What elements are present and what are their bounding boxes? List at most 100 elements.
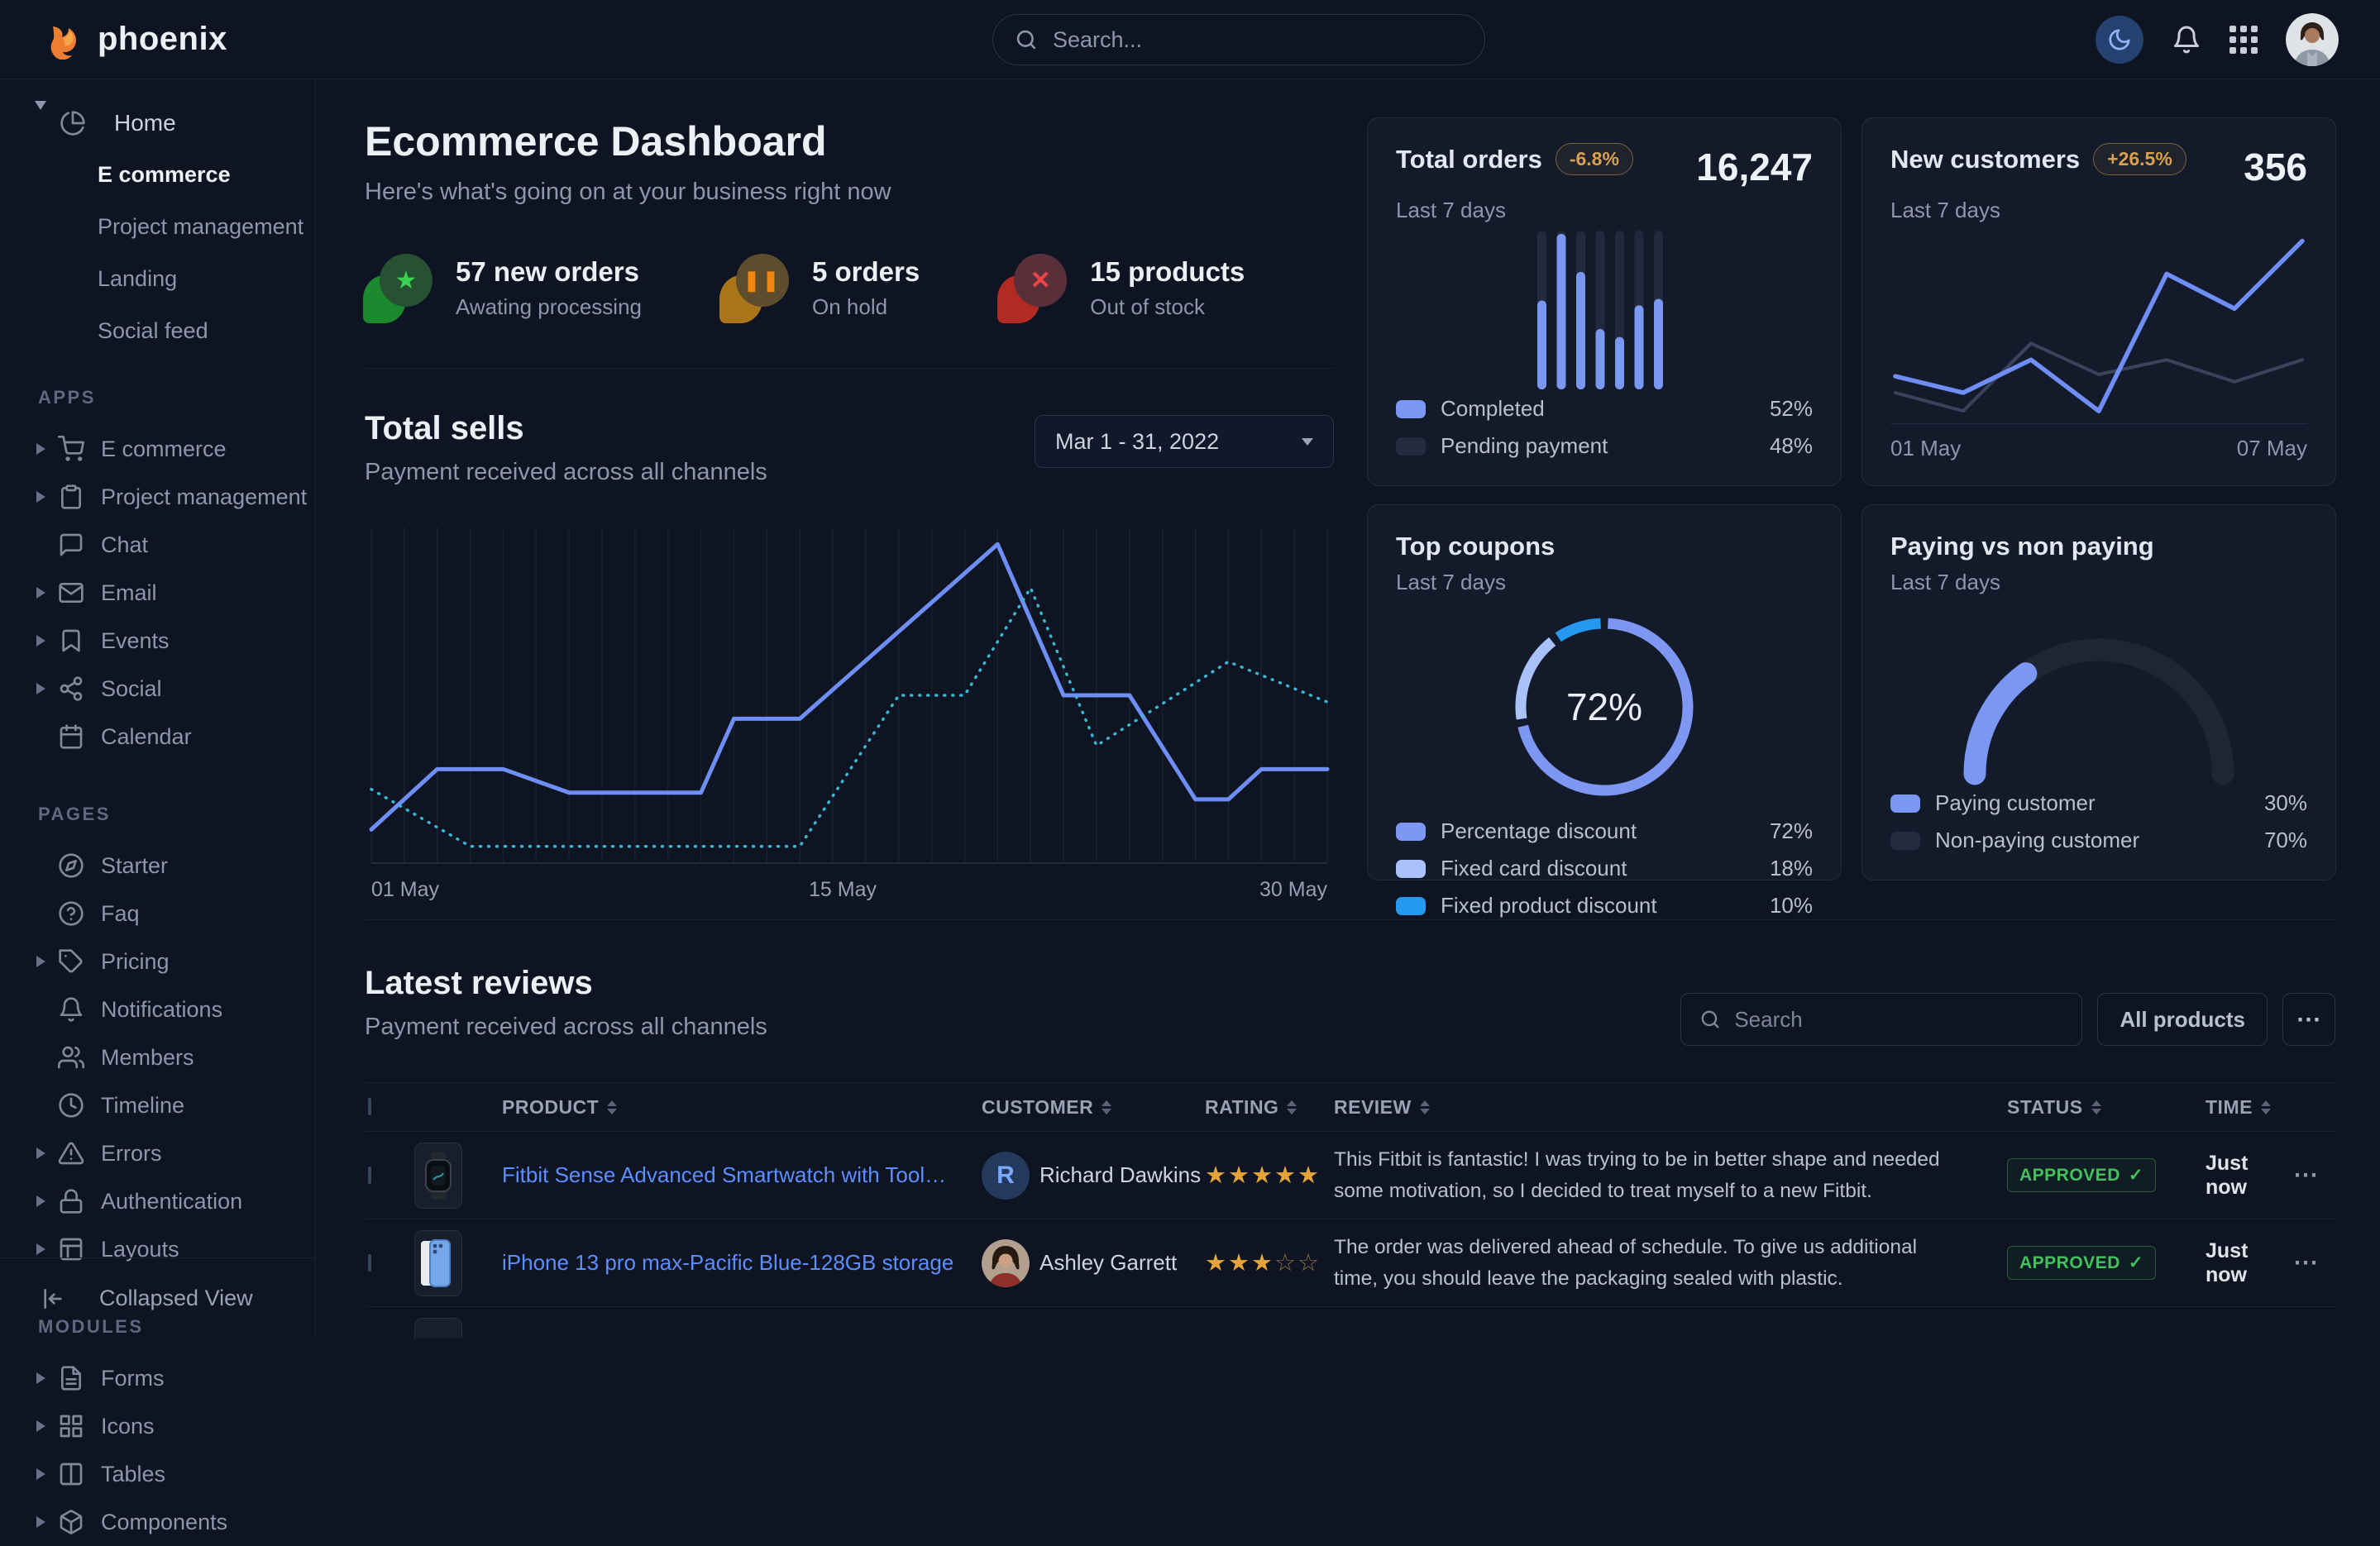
- sidebar-item-home-landing[interactable]: Landing: [98, 266, 315, 292]
- sidebar-item-members[interactable]: Members: [0, 1033, 315, 1081]
- sidebar-item-calendar[interactable]: Calendar: [0, 713, 315, 761]
- column-product[interactable]: PRODUCT: [502, 1096, 982, 1119]
- sidebar-item-social[interactable]: Social: [0, 665, 315, 713]
- sidebar-item-forms[interactable]: Forms: [0, 1354, 315, 1402]
- status-badge: APPROVED✓: [2007, 1158, 2156, 1192]
- all-products-button[interactable]: All products: [2097, 993, 2268, 1046]
- reviews-table: PRODUCT CUSTOMER RATING REVIEW STATUS TI…: [365, 1082, 2335, 1338]
- sidebar-item-home-project-management[interactable]: Project management: [98, 214, 315, 240]
- card-period: Last 7 days: [1890, 198, 2307, 223]
- column-time[interactable]: TIME: [2206, 1096, 2293, 1119]
- sidebar-item-home[interactable]: Home: [0, 109, 315, 137]
- sort-icon: [1102, 1100, 1111, 1114]
- chevron-down-icon: [1302, 438, 1313, 446]
- product-link[interactable]: iPhone 13 pro max-Pacific Blue-128GB sto…: [502, 1250, 982, 1276]
- bell-icon: [58, 995, 86, 1024]
- sidebar-item-timeline[interactable]: Timeline: [0, 1081, 315, 1129]
- product-thumbnail-iphone[interactable]: [414, 1230, 462, 1296]
- sidebar-item-label: Starter: [101, 853, 168, 879]
- notifications-button[interactable]: [2172, 25, 2201, 55]
- sidebar-item-tables[interactable]: Tables: [0, 1450, 315, 1498]
- caret-down-icon: [35, 110, 46, 136]
- dark-mode-toggle[interactable]: [2096, 16, 2143, 64]
- legend-swatch: [1890, 794, 1920, 813]
- search-icon: [1699, 1009, 1721, 1030]
- sidebar-item-pricing[interactable]: Pricing: [0, 938, 315, 985]
- envelope-icon: [58, 579, 86, 607]
- customer-avatar-letter[interactable]: R: [982, 1152, 1030, 1200]
- product-link[interactable]: Fitbit Sense Advanced Smartwatch with To…: [502, 1162, 982, 1188]
- sidebar-item-events[interactable]: Events: [0, 617, 315, 665]
- sidebar-item-label: Social: [101, 676, 162, 702]
- legend-swatch: [1396, 860, 1426, 878]
- reviews-more-button[interactable]: ⋯: [2282, 993, 2335, 1046]
- review-text: This Fitbit is fantastic! I was trying t…: [1334, 1144, 2007, 1207]
- reviews-search-input[interactable]: [1732, 1006, 2063, 1033]
- sidebar-item-faq[interactable]: Faq: [0, 890, 315, 938]
- search-input[interactable]: [1051, 26, 1463, 54]
- collapse-label: Collapsed View: [99, 1286, 253, 1311]
- caret-right-icon: [36, 1372, 56, 1384]
- sidebar-item-errors[interactable]: Errors: [0, 1129, 315, 1177]
- sidebar-item-home-social-feed[interactable]: Social feed: [98, 318, 315, 344]
- sidebar-item-components[interactable]: Components: [0, 1498, 315, 1546]
- on-hold-pause-icon: ❚❚: [721, 254, 789, 322]
- sidebar-item-project-management[interactable]: Project management: [0, 473, 315, 521]
- legend-swatch: [1396, 400, 1426, 418]
- caret-right-icon: [36, 1420, 56, 1432]
- total-sells-subtitle: Payment received across all channels: [365, 459, 767, 486]
- sidebar-item-label: Faq: [101, 901, 140, 927]
- row-more-button[interactable]: ⋯: [2293, 1161, 2335, 1190]
- donut-center-label: 72%: [1493, 595, 1716, 818]
- sidebar-item-chat[interactable]: Chat: [0, 521, 315, 569]
- caret-right-icon: [36, 1243, 56, 1255]
- sidebar-item-label: Forms: [101, 1366, 165, 1391]
- new-customers-value: 356: [2244, 145, 2307, 189]
- customer-avatar-photo[interactable]: [982, 1239, 1030, 1287]
- stat-sub: On hold: [812, 294, 920, 320]
- paying-gauge-chart: [1925, 600, 2272, 786]
- axis-label-end: 07 May: [2237, 436, 2307, 461]
- sidebar-item-icons[interactable]: Icons: [0, 1402, 315, 1450]
- caret-right-icon: [36, 683, 56, 694]
- global-search[interactable]: [992, 14, 1485, 65]
- table-row: Fitbit Sense Advanced Smartwatch with To…: [365, 1132, 2335, 1219]
- sidebar-item-ecommerce[interactable]: E commerce: [0, 425, 315, 473]
- check-icon: ✓: [2129, 1253, 2143, 1273]
- date-range-select[interactable]: Mar 1 - 31, 2022: [1035, 415, 1334, 468]
- card-title: Total orders: [1396, 145, 1542, 174]
- product-thumbnail-smartwatch[interactable]: [414, 1143, 462, 1209]
- caret-right-icon: [36, 443, 56, 455]
- column-rating[interactable]: RATING: [1205, 1096, 1334, 1119]
- row-checkbox[interactable]: [368, 1167, 371, 1184]
- sidebar-item-label: Components: [101, 1510, 227, 1535]
- svg-text:30 May: 30 May: [1259, 878, 1327, 901]
- grid-icon: [58, 1412, 86, 1440]
- user-avatar[interactable]: [2286, 13, 2339, 66]
- lock-icon: [58, 1187, 86, 1215]
- collapse-sidebar-button[interactable]: Collapsed View: [0, 1257, 315, 1338]
- date-range-value: Mar 1 - 31, 2022: [1055, 429, 1219, 455]
- column-status[interactable]: STATUS: [2007, 1096, 2206, 1119]
- sidebar-item-authentication[interactable]: Authentication: [0, 1177, 315, 1225]
- card-title: Paying vs non paying: [1890, 532, 2307, 561]
- sidebar-item-starter[interactable]: Starter: [0, 842, 315, 890]
- sidebar-item-notifications[interactable]: Notifications: [0, 985, 315, 1033]
- card-title: Top coupons: [1396, 532, 1813, 561]
- apps-menu-button[interactable]: [2229, 26, 2258, 54]
- reviews-search[interactable]: [1680, 993, 2082, 1046]
- select-all-checkbox[interactable]: [368, 1098, 371, 1115]
- caret-right-icon: [36, 956, 56, 967]
- row-checkbox[interactable]: [368, 1254, 371, 1272]
- row-more-button[interactable]: ⋯: [2293, 1248, 2335, 1277]
- column-customer[interactable]: CUSTOMER: [982, 1096, 1205, 1119]
- sidebar: Home E commerce Project management Landi…: [0, 79, 316, 1338]
- page-title: Ecommerce Dashboard: [365, 117, 1334, 165]
- sidebar-item-email[interactable]: Email: [0, 569, 315, 617]
- brand-logo[interactable]: phoenix: [45, 20, 227, 60]
- product-thumbnail[interactable]: [414, 1318, 462, 1338]
- column-review[interactable]: REVIEW: [1334, 1096, 2007, 1119]
- stat-on-hold: ❚❚ 5 orders On hold: [721, 254, 920, 322]
- sidebar-item-home-ecommerce[interactable]: E commerce: [98, 162, 315, 188]
- review-time: Just now: [2206, 1152, 2293, 1200]
